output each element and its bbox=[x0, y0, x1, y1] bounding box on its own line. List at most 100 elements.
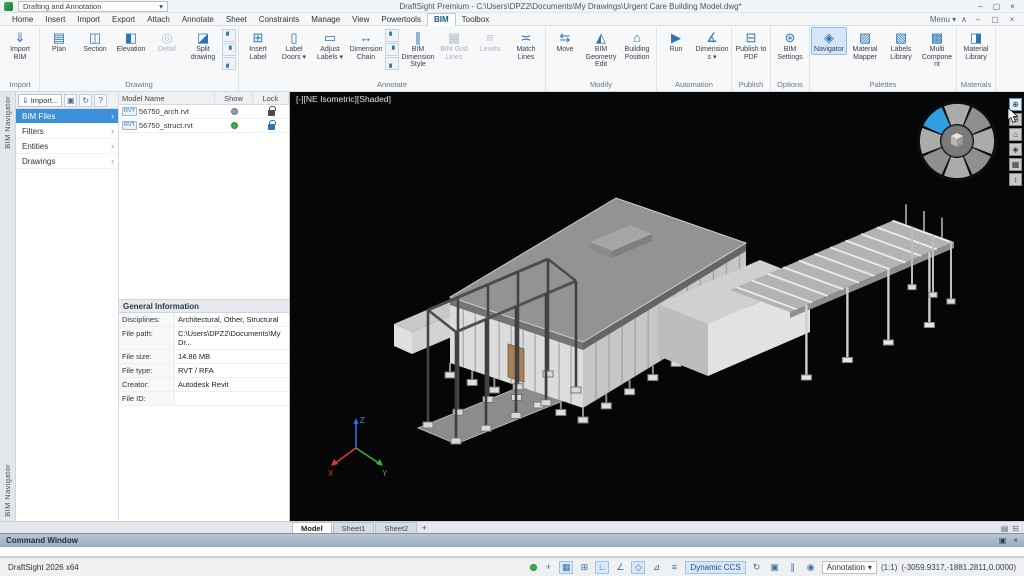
column-show[interactable]: Show bbox=[215, 92, 253, 104]
pointer-icon[interactable]: + bbox=[541, 561, 555, 574]
annotate-mini-tool-3[interactable]: ▖ bbox=[385, 57, 399, 70]
tab-sheet2[interactable]: Sheet2 bbox=[375, 522, 417, 533]
lineweight-icon[interactable]: ≡ bbox=[667, 561, 681, 574]
add-sheet-button[interactable]: + bbox=[418, 522, 430, 533]
menu-item-constraints[interactable]: Constraints bbox=[253, 13, 305, 26]
collapse-ribbon-icon[interactable]: ∧ bbox=[961, 15, 967, 24]
ribbon-button-plan[interactable]: ▤ Plan bbox=[41, 27, 77, 55]
tab-sheet1[interactable]: Sheet1 bbox=[333, 522, 375, 533]
dynamic-ccs-toggle[interactable]: Dynamic CCS bbox=[685, 561, 745, 574]
annotation-scale-dropdown[interactable]: Annotation ▾ bbox=[822, 561, 877, 574]
minimize-button[interactable]: – bbox=[973, 1, 988, 12]
tab-model[interactable]: Model bbox=[292, 522, 332, 533]
building-model[interactable] bbox=[290, 92, 1024, 521]
doc-close-button[interactable]: × bbox=[1006, 15, 1018, 24]
etrack-icon[interactable]: ⊿ bbox=[649, 561, 663, 574]
menu-item-view[interactable]: View bbox=[346, 13, 375, 26]
ribbon-button-labels-library[interactable]: ▧ Labels Library bbox=[883, 27, 919, 62]
ribbon-button-detail[interactable]: ◎ Detail bbox=[149, 27, 185, 55]
esnap-icon[interactable]: ◇ bbox=[631, 561, 645, 574]
menu-item-attach[interactable]: Attach bbox=[141, 13, 176, 26]
home-view-button[interactable]: ⌂ bbox=[1009, 128, 1022, 141]
column-lock[interactable]: Lock bbox=[253, 92, 289, 104]
refresh-button[interactable]: ↻ bbox=[79, 94, 92, 107]
menu-item-toolbox[interactable]: Toolbox bbox=[456, 13, 496, 26]
ribbon-button-run[interactable]: ▶ Run bbox=[658, 27, 694, 55]
grid-view-button[interactable]: ▦ bbox=[1009, 158, 1022, 171]
menu-dropdown[interactable]: Menu ▾ bbox=[930, 15, 956, 24]
lock-icon[interactable] bbox=[268, 124, 275, 130]
help-button[interactable]: ? bbox=[94, 94, 107, 107]
pan-button[interactable]: ↕ bbox=[1009, 173, 1022, 186]
menu-item-home[interactable]: Home bbox=[6, 13, 39, 26]
units-icon[interactable]: ▣ bbox=[768, 561, 782, 574]
menu-item-manage[interactable]: Manage bbox=[305, 13, 346, 26]
drawing-mini-tool-1[interactable]: ▘ bbox=[222, 29, 236, 42]
ribbon-button-navigator[interactable]: ◈ Navigator bbox=[811, 27, 847, 55]
ribbon-button-bim-dimension-style[interactable]: ∥ BIM Dimension Style bbox=[400, 27, 436, 70]
ribbon-button-section[interactable]: ◫ Section bbox=[77, 27, 113, 55]
column-model-name[interactable]: Model Name bbox=[119, 92, 215, 104]
ribbon-button-levels[interactable]: ≡ Levels bbox=[472, 27, 508, 55]
sidebar-item-bim-files[interactable]: BIM Files › bbox=[16, 109, 118, 124]
sidebar-item-entities[interactable]: Entities › bbox=[16, 139, 118, 154]
orbit-button[interactable]: ◈ bbox=[1009, 143, 1022, 156]
ribbon-button-adjust-labels[interactable]: ▭ Adjust Labels ▾ bbox=[312, 27, 348, 62]
command-window-header[interactable]: Command Window ▣ × bbox=[0, 533, 1024, 547]
ribbon-button-bim-geometry-edit[interactable]: ◭ BIM Geometry Edit bbox=[583, 27, 619, 70]
ccs-icon[interactable]: ↻ bbox=[750, 561, 764, 574]
navigation-wheel[interactable] bbox=[915, 99, 999, 185]
ortho-icon[interactable]: ∟ bbox=[595, 561, 609, 574]
paste-options-button[interactable]: ▣ bbox=[64, 94, 77, 107]
bim-navigator-tab-top[interactable]: BIM Navigator bbox=[3, 96, 12, 149]
drawing-mini-tool-3[interactable]: ▖ bbox=[222, 57, 236, 70]
menu-item-insert[interactable]: Insert bbox=[39, 13, 71, 26]
doc-minimize-button[interactable]: – bbox=[972, 15, 984, 24]
ribbon-button-dimensions[interactable]: ∡ Dimensions ▾ bbox=[694, 27, 730, 62]
maximize-button[interactable]: ▢ bbox=[989, 1, 1004, 12]
menu-item-powertools[interactable]: Powertools bbox=[375, 13, 427, 26]
menu-item-export[interactable]: Export bbox=[106, 13, 141, 26]
ribbon-button-match-lines[interactable]: ≍ Match Lines bbox=[508, 27, 544, 62]
ribbon-button-multi-component[interactable]: ▩ Multi Component bbox=[919, 27, 955, 70]
annotate-mini-tool-1[interactable]: ▘ bbox=[385, 29, 399, 42]
sheet-options-icon[interactable]: ⊟ bbox=[1012, 524, 1019, 533]
dock-icon[interactable]: ▣ bbox=[999, 536, 1007, 545]
show-toggle-dot[interactable] bbox=[231, 122, 238, 129]
table-row[interactable]: RVT 56750_arch.rvt bbox=[119, 105, 289, 119]
sidebar-item-filters[interactable]: Filters › bbox=[16, 124, 118, 139]
grid-icon[interactable]: ▦ bbox=[559, 561, 573, 574]
ribbon-button-import-bim[interactable]: ⇓ Import BIM bbox=[2, 27, 38, 62]
ribbon-button-building-position[interactable]: ⌂ Building Position bbox=[619, 27, 655, 62]
drawing-viewport[interactable]: [-][NE Isometric][Shaded] bbox=[290, 92, 1024, 521]
menu-item-sheet[interactable]: Sheet bbox=[220, 13, 253, 26]
workspace-selector[interactable]: Drafting and Annotation ▾ bbox=[18, 1, 168, 12]
show-toggle-dot[interactable] bbox=[231, 108, 238, 115]
sidebar-item-drawings[interactable]: Drawings › bbox=[16, 154, 118, 169]
ribbon-button-bim-settings[interactable]: ⊛ BIM Settings bbox=[772, 27, 808, 62]
ribbon-button-material-mapper[interactable]: ▨ Material Mapper bbox=[847, 27, 883, 62]
bim-navigator-side-strip[interactable]: BIM Navigator BIM Navigator bbox=[0, 92, 16, 521]
ribbon-button-insert-label[interactable]: ⊞ Insert Label bbox=[240, 27, 276, 62]
close-button[interactable]: × bbox=[1005, 1, 1020, 12]
ribbon-button-elevation[interactable]: ◧ Elevation bbox=[113, 27, 149, 55]
menu-item-bim[interactable]: BIM bbox=[427, 13, 456, 26]
ribbon-button-split-drawing[interactable]: ◪ Split drawing bbox=[185, 27, 221, 62]
doc-restore-button[interactable]: ▢ bbox=[989, 15, 1001, 24]
viewport-label[interactable]: [-][NE Isometric][Shaded] bbox=[296, 94, 391, 104]
import-button[interactable]: ⇓ Import... bbox=[18, 94, 62, 107]
polar-icon[interactable]: ∠ bbox=[613, 561, 627, 574]
ribbon-button-publish-to-pdf[interactable]: ⊟ Publish to PDF bbox=[733, 27, 769, 62]
ribbon-button-material-library[interactable]: ◨ Material Library bbox=[958, 27, 994, 62]
drawing-mini-tool-2[interactable]: ▝ bbox=[222, 43, 236, 56]
menu-item-import[interactable]: Import bbox=[71, 13, 106, 26]
bim-navigator-tab-bottom[interactable]: BIM Navigator bbox=[3, 464, 12, 517]
annotate-mini-tool-2[interactable]: ▝ bbox=[385, 43, 399, 56]
ribbon-button-label-doors[interactable]: ▯ Label Doors ▾ bbox=[276, 27, 312, 62]
ribbon-button-move[interactable]: ⇆ Move bbox=[547, 27, 583, 55]
ribbon-button-bim-grid-lines[interactable]: ▦ BIM Grid Lines bbox=[436, 27, 472, 62]
table-row[interactable]: RVT 56750_struct.rvt bbox=[119, 119, 289, 133]
lock-icon[interactable] bbox=[268, 110, 275, 116]
snap-icon[interactable]: ⊞ bbox=[577, 561, 591, 574]
menu-item-annotate[interactable]: Annotate bbox=[176, 13, 220, 26]
